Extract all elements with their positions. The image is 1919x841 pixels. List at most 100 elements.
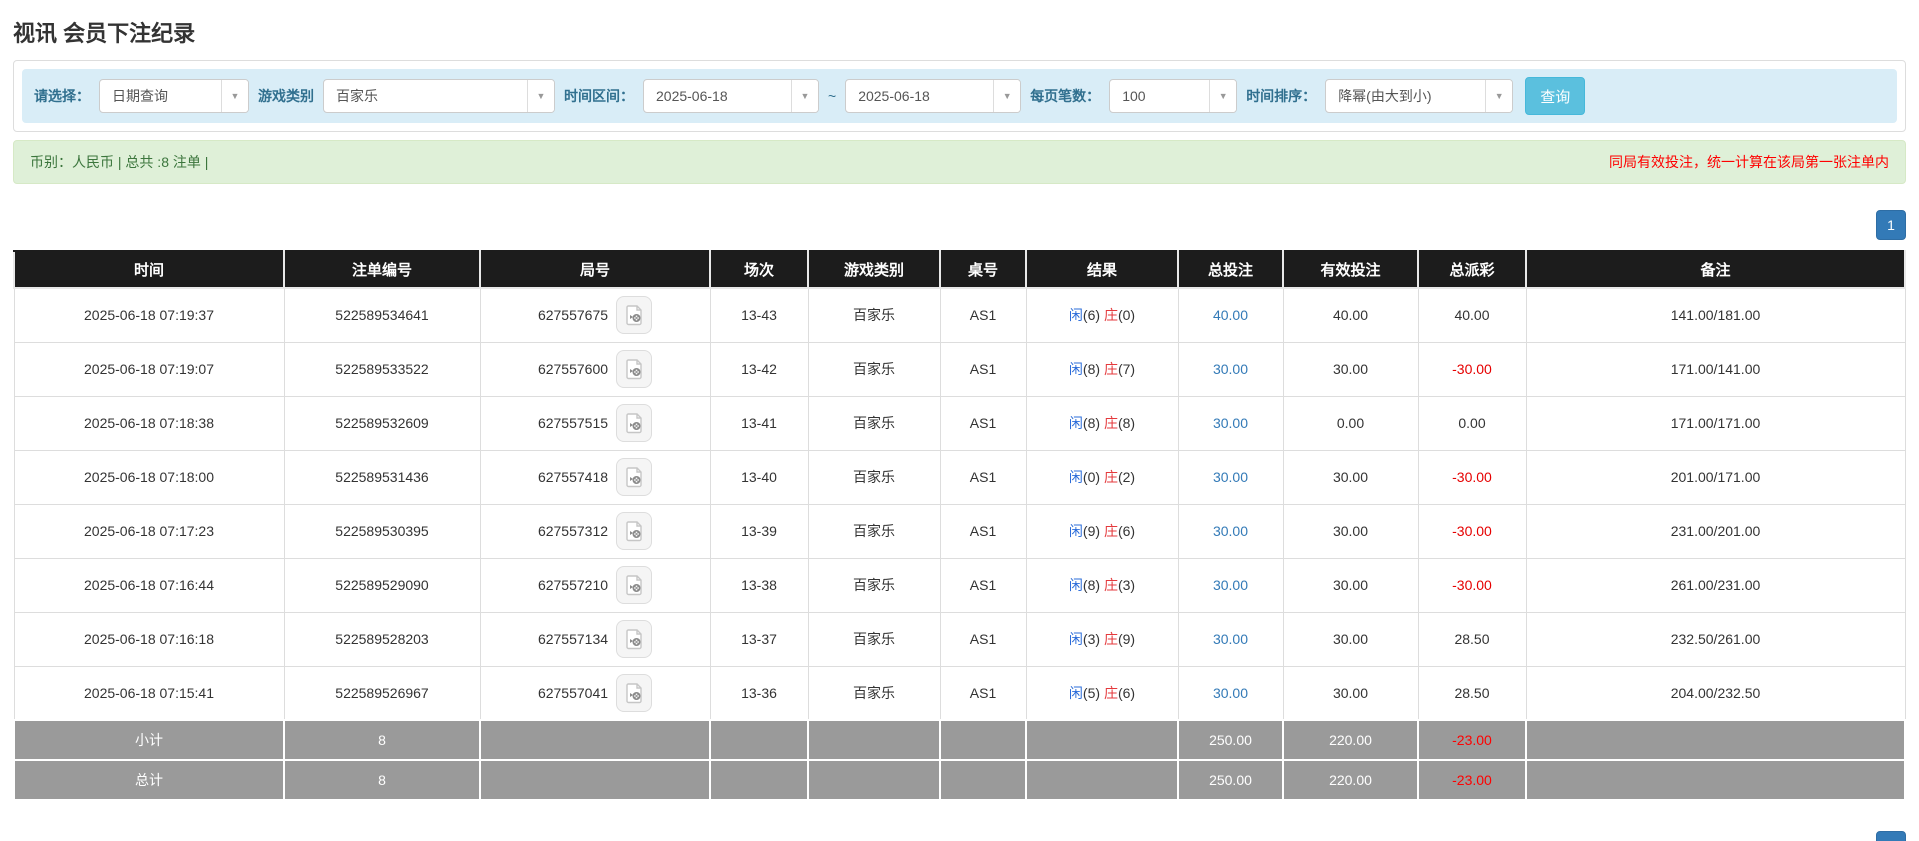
subtotal-total-bet: 250.00 [1177, 719, 1284, 761]
cell-session: 13-41 [709, 395, 809, 451]
round-id-text: 627557515 [537, 415, 609, 431]
cell-result: 闲(6) 庄(0) [1025, 287, 1179, 343]
cell-bet-id: 522589534641 [283, 287, 481, 343]
search-button[interactable]: 查询 [1525, 77, 1586, 115]
pagination-page-1[interactable]: 1 [1876, 210, 1906, 240]
banker-label: 庄 [1103, 307, 1118, 324]
col-time: 时间 [13, 250, 285, 289]
total-bet-link[interactable]: 30.00 [1213, 469, 1248, 485]
cell-remark: 141.00/181.00 [1525, 287, 1906, 343]
cell-time: 2025-06-18 07:18:38 [13, 395, 285, 451]
currency-total-text: 币别：人民币 | 总共 :8 注单 | [30, 154, 209, 170]
chevron-down-icon[interactable]: ▼ [791, 80, 818, 112]
total-bet-link[interactable]: 30.00 [1213, 523, 1248, 539]
total-bet-link[interactable]: 30.00 [1213, 685, 1248, 701]
banker-label: 庄 [1103, 631, 1118, 647]
total-bet-link[interactable]: 30.00 [1213, 577, 1248, 593]
total-bet-link[interactable]: 30.00 [1213, 631, 1248, 647]
date-to-select[interactable]: 2025-06-18 ▼ [845, 79, 1022, 113]
video-replay-button[interactable] [616, 512, 653, 550]
cell-round-id: 627557515 [479, 395, 711, 451]
total-bet-link[interactable]: 30.00 [1213, 361, 1248, 377]
player-score: (6) [1082, 307, 1101, 324]
player-score: (3) [1082, 631, 1101, 647]
summary-bar: 币别：人民币 | 总共 :8 注单 | 同局有效投注，统一计算在该局第一张注单内 [13, 140, 1906, 184]
cell-valid-bet: 30.00 [1282, 503, 1419, 559]
game-type-select[interactable]: 百家乐 ▼ [323, 79, 555, 113]
cell-session: 13-37 [709, 611, 809, 667]
col-round-id: 局号 [479, 250, 711, 289]
cell-valid-bet: 0.00 [1282, 395, 1419, 451]
video-replay-button[interactable] [616, 296, 653, 335]
total-valid-bet: 220.00 [1282, 759, 1419, 801]
chevron-down-icon[interactable]: ▼ [221, 80, 248, 112]
pagination-page-1[interactable]: 1 [1876, 831, 1906, 841]
cell-total-bet: 30.00 [1177, 341, 1284, 397]
cell-total-bet: 30.00 [1177, 503, 1284, 559]
cell-time: 2025-06-18 07:19:37 [13, 287, 285, 343]
cell-time: 2025-06-18 07:16:18 [13, 611, 285, 667]
query-type-select[interactable]: 日期查询 ▼ [99, 79, 249, 113]
banker-score: (9) [1117, 631, 1136, 647]
cell-remark: 232.50/261.00 [1525, 611, 1906, 667]
payout-value: -30.00 [1452, 577, 1492, 593]
table-row: 2025-06-18 07:19:07 522589533522 6275576… [13, 341, 1906, 397]
video-replay-button[interactable] [616, 404, 653, 442]
cell-session: 13-38 [709, 557, 809, 613]
date-from-select[interactable]: 2025-06-18 ▼ [643, 79, 819, 113]
cell-game-type: 百家乐 [807, 287, 941, 343]
cell-game-type: 百家乐 [807, 503, 941, 559]
cell-total-bet: 30.00 [1177, 395, 1284, 451]
chevron-down-icon[interactable]: ▼ [1485, 80, 1513, 112]
date-to-value: 2025-06-18 [858, 88, 930, 104]
table-row: 2025-06-18 07:19:37 522589534641 6275576… [13, 287, 1906, 343]
cell-time: 2025-06-18 07:19:07 [13, 341, 285, 397]
cell-result: 闲(8) 庄(3) [1025, 557, 1179, 613]
banker-score: (2) [1117, 469, 1136, 485]
player-label: 闲 [1068, 523, 1083, 539]
cell-game-type: 百家乐 [807, 341, 941, 397]
page-title: 视讯 会员下注纪录 [13, 21, 196, 46]
subtotal-count: 8 [283, 719, 481, 761]
total-count: 8 [283, 759, 481, 801]
cell-time: 2025-06-18 07:16:44 [13, 557, 285, 613]
cell-game-type: 百家乐 [807, 395, 941, 451]
sort-order-select[interactable]: 降幂(由大到小) ▼ [1325, 79, 1514, 113]
video-replay-button[interactable] [616, 350, 653, 388]
col-bet-id: 注单编号 [283, 250, 481, 289]
col-valid-bet: 有效投注 [1282, 250, 1419, 289]
video-replay-button[interactable] [616, 620, 653, 658]
chevron-down-icon[interactable]: ▼ [993, 80, 1021, 112]
cell-total-bet: 30.00 [1177, 449, 1284, 505]
cell-table-no: AS1 [939, 611, 1027, 667]
time-range-label: 时间区间： [564, 88, 634, 104]
player-score: (8) [1082, 415, 1101, 431]
table-header: 时间 注单编号 局号 场次 游戏类别 桌号 结果 总投注 有效投注 总派彩 备注 [13, 250, 1906, 289]
range-separator: ~ [828, 88, 837, 104]
video-replay-button[interactable] [616, 673, 653, 712]
cell-remark: 171.00/141.00 [1525, 341, 1906, 397]
cell-session: 13-43 [709, 287, 809, 343]
player-score: (8) [1082, 361, 1101, 377]
cell-round-id: 627557312 [479, 503, 711, 559]
cell-payout: 28.50 [1417, 665, 1527, 721]
col-game-type: 游戏类别 [807, 250, 941, 289]
total-payout: -23.00 [1452, 772, 1492, 788]
cell-bet-id: 522589528203 [283, 611, 481, 667]
total-bet-link[interactable]: 30.00 [1213, 415, 1248, 431]
cell-table-no: AS1 [939, 557, 1027, 613]
video-file-icon [626, 359, 642, 380]
video-replay-button[interactable] [616, 566, 653, 604]
banker-label: 庄 [1103, 415, 1118, 431]
cell-bet-id: 522589530395 [283, 503, 481, 559]
video-replay-button[interactable] [616, 458, 653, 496]
cell-result: 闲(8) 庄(8) [1025, 395, 1179, 451]
total-bet-link[interactable]: 40.00 [1213, 307, 1248, 323]
chevron-down-icon[interactable]: ▼ [527, 80, 554, 112]
subtotal-row: 小计 8 250.00 220.00 -23.00 [13, 719, 1906, 761]
chevron-down-icon[interactable]: ▼ [1209, 80, 1237, 112]
cell-remark: 231.00/201.00 [1525, 503, 1906, 559]
page-size-select[interactable]: 100 ▼ [1109, 79, 1238, 113]
subtotal-payout: -23.00 [1452, 732, 1492, 748]
cell-valid-bet: 30.00 [1282, 557, 1419, 613]
